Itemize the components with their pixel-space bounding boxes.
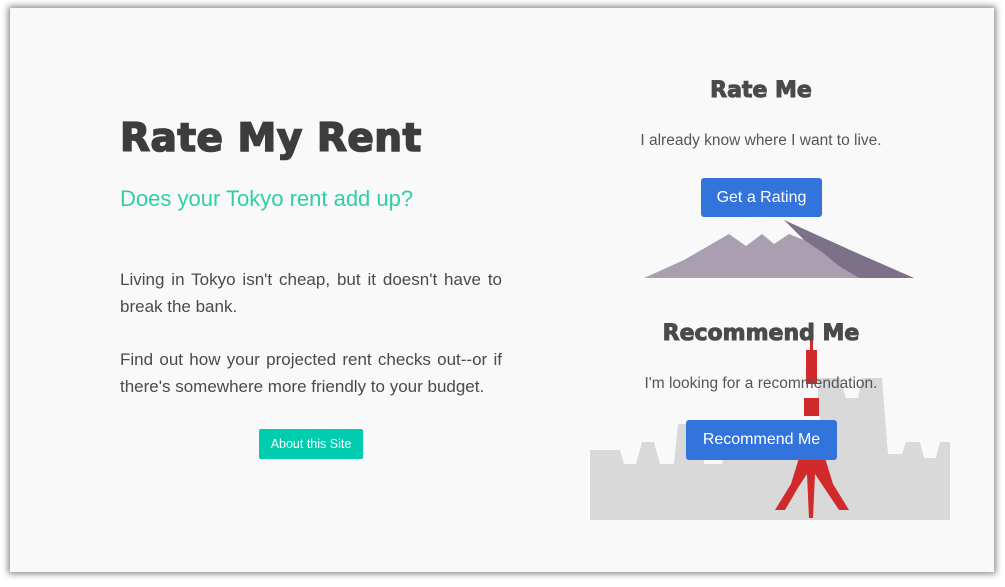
- intro-paragraph: Living in Tokyo isn't cheap, but it does…: [120, 270, 502, 316]
- get-rating-button[interactable]: Get a Rating: [701, 178, 822, 217]
- mount-fuji-illustration: [644, 220, 914, 278]
- intro-paragraph: Find out how your projected rent checks …: [120, 350, 502, 396]
- page-frame: Rate My Rent Does your Tokyo rent add up…: [10, 8, 994, 572]
- recommend-me-description: I'm looking for a recommendation.: [644, 375, 878, 392]
- tower-mid: [804, 398, 819, 416]
- recommend-me-heading: Recommend Me: [662, 321, 860, 347]
- site-tagline: Does your Tokyo rent add up?: [120, 186, 414, 211]
- site-title: Rate My Rent: [119, 115, 422, 162]
- rate-me-description: I already know where I want to live.: [640, 132, 882, 149]
- intro-text: Living in Tokyo isn't cheap, but it does…: [120, 266, 502, 426]
- recommend-me-button[interactable]: Recommend Me: [686, 420, 837, 460]
- rate-me-heading: Rate Me: [710, 78, 813, 104]
- about-site-button[interactable]: About this Site: [259, 429, 363, 459]
